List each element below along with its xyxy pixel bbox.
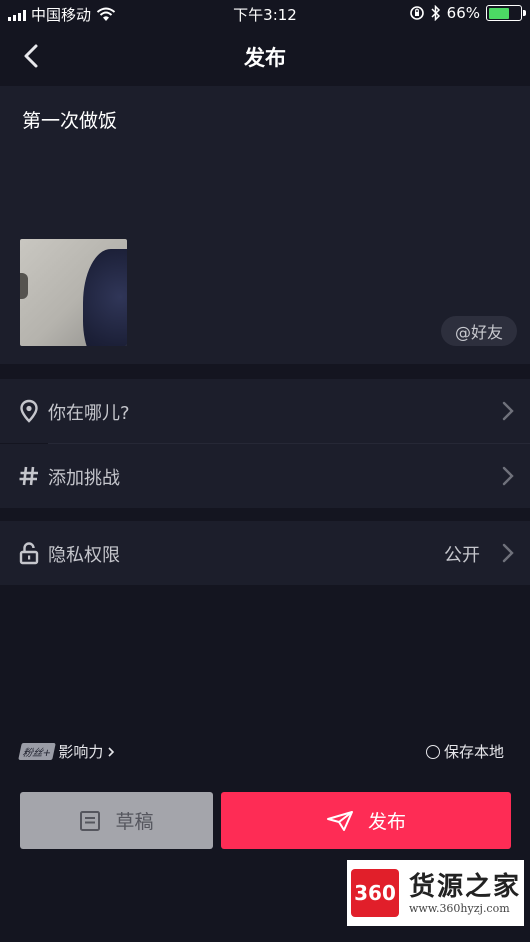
location-label: 你在哪儿? <box>48 403 130 424</box>
draft-label: 草稿 <box>115 811 154 833</box>
location-pin-icon <box>20 399 38 423</box>
send-plane-icon <box>326 810 353 831</box>
draft-button[interactable]: 草稿 <box>20 792 213 849</box>
privacy-value: 公开 <box>444 545 480 566</box>
mention-friends-button[interactable]: @好友 <box>441 316 517 346</box>
page-title: 发布 <box>244 46 286 70</box>
compose-panel: 第一次做饭 @好友 <box>0 86 530 364</box>
save-local-label: 保存本地 <box>443 743 504 761</box>
unlock-icon <box>19 542 39 565</box>
privacy-label: 隐私权限 <box>48 545 120 566</box>
chevron-right-icon <box>502 401 514 421</box>
bluetooth-icon <box>431 5 440 21</box>
watermark-logo: 360 <box>351 869 399 917</box>
navigation-bar: 发布 <box>0 28 530 84</box>
chevron-right-icon <box>502 543 514 563</box>
radio-unchecked-icon <box>425 744 440 759</box>
privacy-row[interactable]: 隐私权限 公开 <box>0 521 530 585</box>
battery-icon <box>486 5 526 21</box>
influence-label: 影响力 <box>58 743 104 761</box>
battery-percent: 66% <box>446 4 480 22</box>
influence-link[interactable]: 粉丝+ 影响力 <box>18 741 115 762</box>
caption-input[interactable]: 第一次做饭 <box>22 106 117 133</box>
chevron-right-icon <box>502 466 514 486</box>
hashtag-icon <box>19 466 38 486</box>
rotation-lock-icon <box>409 6 424 20</box>
site-watermark: 360 货源之家 www.360hyzj.com <box>347 860 524 926</box>
publish-button[interactable]: 发布 <box>221 792 511 849</box>
chevron-right-icon <box>108 746 115 757</box>
video-thumbnail[interactable] <box>20 239 127 346</box>
challenge-row[interactable]: 添加挑战 <box>0 444 530 508</box>
watermark-brand: 货源之家 <box>409 871 522 902</box>
publish-label: 发布 <box>367 811 406 833</box>
challenge-label: 添加挑战 <box>48 468 120 489</box>
watermark-url: www.360hyzj.com <box>409 901 510 915</box>
draft-box-icon <box>80 810 101 831</box>
save-local-toggle[interactable]: 保存本地 <box>425 741 504 762</box>
status-bar: 中国移动 下午3:12 66% <box>0 0 530 28</box>
fans-badge: 粉丝+ <box>18 743 57 760</box>
location-row[interactable]: 你在哪儿? <box>0 379 530 443</box>
